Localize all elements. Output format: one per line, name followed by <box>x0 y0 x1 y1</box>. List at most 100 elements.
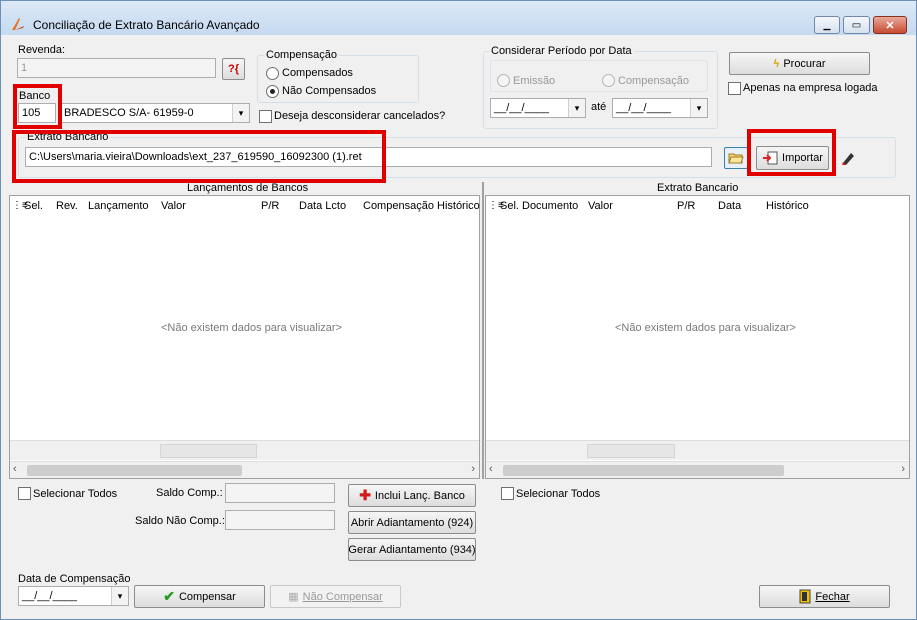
banco-select-value: BRADESCO S/A- 61959-0 <box>64 107 194 119</box>
col-header-compensacao[interactable]: Compensação <box>363 200 434 212</box>
highlight-box-extrato <box>12 130 386 183</box>
chevron-down-icon: ▾ <box>690 99 707 117</box>
gerar-adiantamento-button[interactable]: Gerar Adiantamento (934) <box>348 538 476 561</box>
scroll-right-icon[interactable]: › <box>471 463 475 475</box>
window-title: Conciliação de Extrato Bancário Avançado <box>33 18 260 32</box>
radio-compensados-label: Compensados <box>282 67 353 79</box>
revenda-lookup-button[interactable]: ?{ <box>222 58 245 80</box>
col-header-documento[interactable]: Documento <box>522 200 578 212</box>
saldo-nao-comp-label: Saldo Não Comp.: <box>135 515 225 527</box>
desconsiderar-cancelados-checkbox[interactable] <box>259 110 272 123</box>
date-from-value: __/__/____ <box>494 102 550 114</box>
folder-open-icon <box>728 153 744 164</box>
chevron-down-icon: ▾ <box>568 99 585 117</box>
right-horizontal-scrollbar[interactable]: ‹ › <box>486 461 909 478</box>
minimize-icon: ▁ <box>823 19 831 30</box>
radio-nao-compensados[interactable] <box>266 85 279 98</box>
chevron-down-icon: ▾ <box>111 587 128 605</box>
col-header-data[interactable]: Data <box>718 200 741 212</box>
date-to-picker[interactable]: __/__/____ ▾ <box>612 98 708 118</box>
left-grid-title: Lançamentos de Bancos <box>187 182 309 194</box>
abrir-adiantamento-button[interactable]: Abrir Adiantamento (924) <box>348 511 476 534</box>
col-header-rev[interactable]: Rev. <box>56 200 78 212</box>
lancamentos-grid: ⋮≡ Sel. Rev. Lançamento Valor P/R Data L… <box>9 195 480 479</box>
main-window: Conciliação de Extrato Bancário Avançado… <box>0 0 917 620</box>
radio-periodo-compensacao[interactable] <box>602 74 615 87</box>
abrir-adiantamento-label: Abrir Adiantamento (924) <box>350 516 474 529</box>
fechar-button-label: Fechar <box>815 590 850 603</box>
right-footer-cell <box>587 444 675 458</box>
scroll-left-icon[interactable]: ‹ <box>13 463 17 475</box>
inclui-lanc-banco-label: Inclui Lanç. Banco <box>374 489 465 502</box>
scroll-right-icon[interactable]: › <box>901 463 905 475</box>
door-exit-icon <box>799 589 811 604</box>
desconsiderar-cancelados-label: Deseja desconsiderar cancelados? <box>274 110 446 122</box>
col-header-data-lcto[interactable]: Data Lcto <box>299 200 346 212</box>
open-folder-button[interactable] <box>724 147 748 169</box>
periodo-group-label: Considerar Período por Data <box>489 45 634 57</box>
title-bar: Conciliação de Extrato Bancário Avançado… <box>1 1 916 35</box>
uncheck-icon: ▦ <box>288 591 299 603</box>
nao-compensar-button[interactable]: ▦ Não Compensar <box>270 585 401 608</box>
col-header-historico[interactable]: Histórico <box>437 200 480 212</box>
fechar-button[interactable]: Fechar <box>759 585 890 608</box>
radio-emissao[interactable] <box>497 74 510 87</box>
col-header-historico[interactable]: Histórico <box>766 200 809 212</box>
compensar-button[interactable]: ✔ Compensar <box>134 585 265 608</box>
checkmark-icon: ✔ <box>163 588 175 604</box>
col-header-sel[interactable]: Sel. <box>24 200 43 212</box>
nao-compensar-button-label: Não Compensar <box>302 590 383 603</box>
data-compensacao-label: Data de Compensação <box>18 573 131 585</box>
left-horizontal-scrollbar[interactable]: ‹ › <box>10 461 479 478</box>
col-header-pr[interactable]: P/R <box>261 200 279 212</box>
left-grid-empty-message: <Não existem dados para visualizar> <box>161 322 342 334</box>
lightning-icon: ϟ <box>773 57 780 70</box>
right-scroll-thumb[interactable] <box>503 465 784 476</box>
right-grid-empty-message: <Não existem dados para visualizar> <box>615 322 796 334</box>
right-grid-footer <box>486 440 909 460</box>
apenas-empresa-checkbox[interactable] <box>728 82 741 95</box>
close-icon: ✕ <box>885 19 895 32</box>
procurar-button-label: Procurar <box>783 57 826 70</box>
scroll-left-icon[interactable]: ‹ <box>489 463 493 475</box>
col-header-lancamento[interactable]: Lançamento <box>88 200 149 212</box>
radio-periodo-compensacao-label: Compensação <box>618 75 689 87</box>
extrato-grid: ⋮≡ Sel. Documento Valor P/R Data Históri… <box>485 195 910 479</box>
radio-compensados[interactable] <box>266 67 279 80</box>
maximize-icon: ▭ <box>851 19 862 31</box>
left-select-all-checkbox[interactable] <box>18 487 31 500</box>
left-select-all-label: Selecionar Todos <box>33 488 118 500</box>
compensacao-group-label: Compensação <box>264 49 339 61</box>
gerar-adiantamento-label: Gerar Adiantamento (934) <box>348 543 476 556</box>
maximize-button[interactable]: ▭ <box>843 16 870 34</box>
col-header-sel[interactable]: Sel. <box>500 200 519 212</box>
lookup-icon: ?{ <box>228 63 239 75</box>
col-header-valor[interactable]: Valor <box>161 200 186 212</box>
compensar-button-label: Compensar <box>178 590 236 603</box>
splitter[interactable] <box>482 182 484 479</box>
col-header-valor[interactable]: Valor <box>588 200 613 212</box>
radio-emissao-label: Emissão <box>513 75 556 87</box>
ate-label: até <box>591 101 607 113</box>
date-from-picker[interactable]: __/__/____ ▾ <box>490 98 586 118</box>
eraser-brush-icon <box>842 153 854 165</box>
right-select-all-checkbox[interactable] <box>501 487 514 500</box>
apenas-empresa-label: Apenas na empresa logada <box>743 82 878 94</box>
left-scroll-thumb[interactable] <box>27 465 242 476</box>
revenda-input[interactable]: 1 <box>17 58 216 78</box>
inclui-lanc-banco-button[interactable]: ✚ Inclui Lanç. Banco <box>348 484 476 507</box>
saldo-comp-value <box>225 483 335 503</box>
highlight-box-importar <box>747 129 836 176</box>
minimize-button[interactable]: ▁ <box>814 16 840 34</box>
col-header-pr[interactable]: P/R <box>677 200 695 212</box>
radio-nao-compensados-label: Não Compensados <box>282 85 377 97</box>
saldo-nao-comp-value <box>225 510 335 530</box>
close-button[interactable]: ✕ <box>873 16 907 34</box>
data-compensacao-picker[interactable]: __/__/____ ▾ <box>18 586 129 606</box>
date-to-value: __/__/____ <box>616 102 672 114</box>
procurar-button[interactable]: ϟ Procurar <box>729 52 870 75</box>
left-grid-footer <box>10 440 479 460</box>
left-footer-cell <box>160 444 257 458</box>
banco-select[interactable]: BRADESCO S/A- 61959-0 ▾ <box>60 103 250 123</box>
clear-button[interactable] <box>837 147 859 169</box>
